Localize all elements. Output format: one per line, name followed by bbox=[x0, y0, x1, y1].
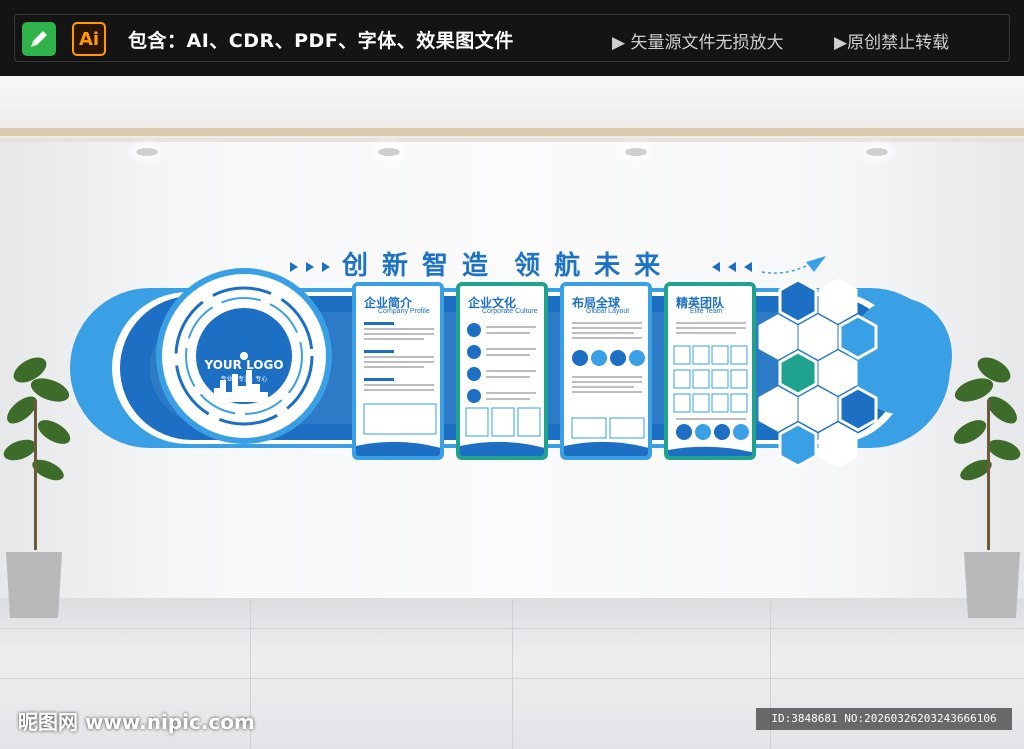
title-char: 来 bbox=[634, 250, 661, 281]
site-watermark: 昵图网 www.nipic.com bbox=[18, 710, 255, 734]
potted-plant-left bbox=[3, 357, 71, 618]
panel-content bbox=[356, 322, 440, 456]
title-char: 未 bbox=[594, 250, 621, 281]
title-char: 领 bbox=[514, 250, 541, 281]
title-char: 新 bbox=[382, 250, 409, 281]
panel-content bbox=[668, 322, 752, 456]
logo-text: YOUR LOGO bbox=[204, 358, 284, 372]
panel-global-layout: 布局全球 Global Layout bbox=[560, 282, 652, 460]
logo-tagline: 专业 · 专注 · 专心 bbox=[220, 377, 268, 383]
title-char: 创 bbox=[342, 250, 369, 281]
panel-elite-team: 精英团队 Elite Team bbox=[664, 282, 756, 460]
title-char: 智 bbox=[422, 250, 449, 281]
panel-company-profile: 企业简介 Company Profile bbox=[352, 282, 444, 460]
title-char: 航 bbox=[554, 250, 581, 281]
potted-plant-right bbox=[953, 357, 1021, 618]
panel-content bbox=[460, 323, 544, 456]
panel-corporate-culture: 企业文化 Corporate Culture bbox=[456, 282, 548, 460]
wall-title: 创 新 智 造 领 航 未 来 bbox=[290, 246, 750, 281]
title-char: 造 bbox=[462, 250, 489, 281]
panel-content bbox=[564, 322, 648, 456]
image-id-label: ID:3848681 NO:20260326203243666106 bbox=[756, 708, 1012, 730]
